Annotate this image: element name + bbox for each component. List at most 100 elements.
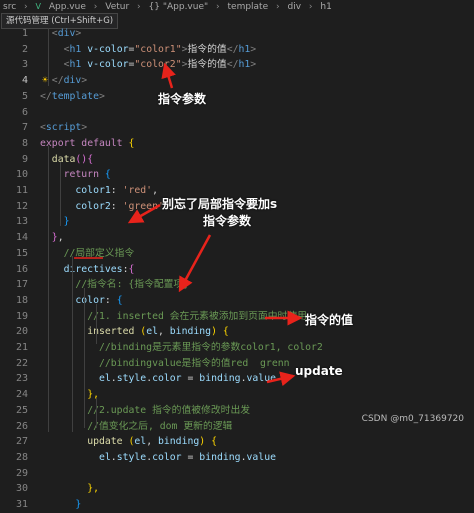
code-token: "color1" (134, 43, 182, 55)
code-token: value (246, 451, 277, 463)
code-token: 'red' (122, 185, 153, 196)
code-line[interactable]: </template> (40, 89, 105, 105)
line-number: 22 (15, 357, 28, 369)
code-token: //局部定义指令 (63, 247, 135, 259)
code-line[interactable]: //局部定义指令 (40, 246, 135, 262)
indent-guide (48, 28, 49, 86)
code-line[interactable]: <div> (40, 26, 82, 42)
code-token: , (152, 185, 158, 196)
lightbulb-icon[interactable]: ☀ (42, 75, 48, 86)
code-token: el (134, 436, 147, 448)
code-token: el (146, 326, 158, 338)
indent-guide (72, 256, 73, 432)
code-token: : (104, 294, 117, 306)
code-line[interactable]: el.style.color = binding.value (40, 371, 276, 387)
code-token: > (75, 28, 82, 39)
code-token: , (57, 232, 64, 244)
watermark: CSDN @m0_71369720 (361, 414, 464, 424)
breadcrumb-module[interactable]: {} "App.vue" (149, 2, 209, 12)
code-line[interactable]: update (el, binding) { (40, 434, 217, 450)
code-token: = (181, 451, 200, 463)
code-line[interactable]: //指令名: {指令配置项} (40, 277, 189, 293)
code-token: //bindingvalue是指令的值red grenn (98, 357, 290, 369)
chevron-right-icon: › (93, 2, 98, 12)
code-line[interactable]: el.style.color = binding.value (40, 450, 276, 466)
code-line[interactable]: }, (40, 481, 99, 497)
code-token: color (75, 294, 105, 306)
breadcrumb-src[interactable]: src (3, 2, 16, 12)
code-token: style (116, 451, 147, 463)
code-editor[interactable]: 1 2 3 4 5 6 7 8 9 10 11 12 13 14 15 16 17 18 19 20 21 22 23 24 2… (0, 26, 474, 510)
code-token: v-color (87, 59, 129, 71)
code-line[interactable]: color: { (40, 293, 122, 309)
line-number: 15 (15, 247, 28, 259)
breadcrumb-h1[interactable]: h1 (320, 2, 331, 12)
code-token: { (87, 153, 94, 165)
code-line[interactable]: inserted (el, binding) { (40, 324, 229, 340)
code-token: color (152, 451, 182, 463)
code-token: h1 (238, 59, 251, 71)
code-token: : (110, 200, 123, 212)
line-number: 20 (15, 326, 28, 338)
line-number: 13 (15, 216, 28, 228)
line-number: 17 (15, 279, 28, 291)
code-token: value (246, 373, 277, 385)
code-line[interactable]: <h1 v-color="color2">指令的值</h1> (40, 57, 257, 73)
code-token: } (75, 499, 82, 510)
code-token: </ (226, 59, 239, 71)
annotation-dont-forget: 别忘了局部指令要加s (162, 197, 278, 211)
breadcrumb-template[interactable]: template (228, 2, 269, 12)
code-token: 指令的值 (187, 59, 227, 71)
code-token: } (63, 216, 70, 228)
line-number: 10 (15, 169, 28, 181)
code-token: h1 (69, 43, 82, 55)
code-line[interactable]: <h1 v-color="color1">指令的值</h1> (40, 42, 257, 58)
indent-guide (84, 288, 85, 428)
code-line[interactable]: }, (40, 230, 64, 246)
line-number: 30 (15, 483, 28, 495)
code-token: color1 (75, 185, 111, 196)
code-line[interactable]: //bindingvalue是指令的值red grenn (40, 356, 290, 372)
code-line[interactable]: color2: 'green' (40, 199, 163, 215)
breadcrumb-div[interactable]: div (288, 2, 302, 12)
annotation-param1: 指令参数 (158, 92, 207, 106)
code-line[interactable]: directives:{ (40, 262, 135, 278)
breadcrumb-vetur[interactable]: Vetur (105, 2, 129, 12)
code-line[interactable]: } (40, 214, 70, 230)
line-number: 3 (21, 59, 28, 71)
line-number: 12 (15, 200, 28, 212)
code-token: el (98, 373, 111, 385)
chevron-right-icon: › (24, 2, 28, 12)
code-line[interactable]: //1. inserted 会在元素被添加到页面中时使用 (40, 309, 307, 325)
code-token: }, (87, 483, 99, 495)
code-line[interactable]: export default { (40, 136, 134, 152)
code-token: update (87, 436, 123, 448)
breadcrumb-file[interactable]: App.vue (49, 2, 86, 12)
line-number: 27 (15, 436, 28, 448)
code-line[interactable]: //binding是元素里指令的参数color1, color2 (40, 340, 323, 356)
line-number: 6 (21, 106, 28, 118)
code-line[interactable]: return { (40, 167, 111, 183)
code-token: color (152, 373, 182, 385)
code-token: h1 (238, 43, 251, 55)
code-token: { (104, 169, 111, 181)
code-line[interactable]: } (40, 497, 81, 513)
line-number: 9 (21, 153, 28, 165)
line-number: 2 (21, 43, 28, 55)
code-token: > (81, 122, 88, 134)
code-token: "color2" (134, 59, 182, 71)
indent-guide (60, 162, 61, 226)
code-line[interactable]: color1: 'red', (40, 183, 158, 199)
line-number: 28 (15, 451, 28, 463)
code-token: </ (51, 75, 64, 87)
code-line[interactable]: <script> (40, 120, 87, 136)
